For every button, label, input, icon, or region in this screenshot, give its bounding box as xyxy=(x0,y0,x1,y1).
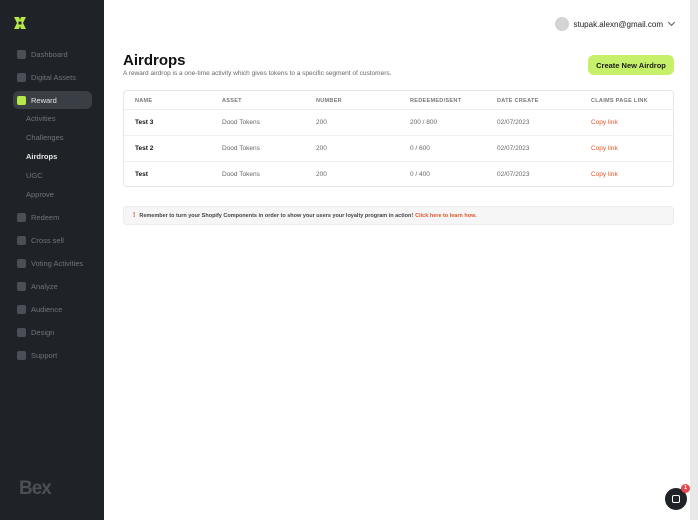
chevron-down-icon xyxy=(667,18,676,27)
sidebar-item-digital-assets[interactable]: Digital Assets xyxy=(13,68,76,86)
sidebar-item-audience[interactable]: Audience xyxy=(13,300,62,318)
main-content: stupak.alexn@gmail.com Airdrops A reward… xyxy=(104,0,690,520)
sidebar-item-label: Cross sell xyxy=(31,235,64,245)
scrollbar-track[interactable] xyxy=(690,0,698,520)
column-header-redeemed-sent[interactable]: REDEEMED/SENT xyxy=(410,98,461,104)
sidebar-subitem-ugc[interactable]: UGC xyxy=(26,170,43,182)
voting-icon xyxy=(17,258,26,268)
learn-how-link[interactable]: Click here to learn how. xyxy=(415,213,477,219)
chat-icon xyxy=(672,495,680,503)
support-icon xyxy=(17,350,26,360)
sidebar-subitem-airdrops[interactable]: Airdrops xyxy=(26,151,57,163)
chat-badge: 1 xyxy=(681,484,690,493)
page-subtitle: A reward airdrop is a one-time activity … xyxy=(123,70,392,77)
cell-name: Test 3 xyxy=(135,119,154,126)
sidebar-item-label: Reward xyxy=(31,95,57,105)
digital-assets-icon xyxy=(17,72,26,82)
cell-redeemed: 200 / 800 xyxy=(410,119,438,126)
cell-asset: Dood Tokens xyxy=(222,119,260,126)
cell-redeemed: 0 / 600 xyxy=(410,145,430,152)
notice-text: Remember to turn your Shopify Components… xyxy=(139,212,414,219)
cross-sell-icon xyxy=(17,235,26,245)
sidebar-item-label: Voting Activities xyxy=(31,258,84,268)
sidebar-item-design[interactable]: Design xyxy=(13,323,54,341)
column-header-asset[interactable]: ASSET xyxy=(222,98,242,104)
airdrops-table: NAME ASSET NUMBER REDEEMED/SENT DATE CRE… xyxy=(123,90,674,187)
copy-link-button[interactable]: Copy link xyxy=(591,119,618,126)
copy-link-button[interactable]: Copy link xyxy=(591,145,618,152)
cell-redeemed: 0 / 400 xyxy=(410,171,430,178)
sidebar-item-label: Audience xyxy=(31,304,63,314)
column-header-name[interactable]: NAME xyxy=(135,98,152,104)
analyze-icon xyxy=(17,281,26,291)
sidebar-subitem-challenges[interactable]: Challenges xyxy=(26,132,64,144)
cell-date: 02/07/2023 xyxy=(497,119,530,126)
avatar xyxy=(554,17,569,31)
sidebar-item-cross-sell[interactable]: Cross sell xyxy=(13,231,64,249)
logo-icon[interactable] xyxy=(12,15,28,31)
table-row[interactable]: Test 3 Dood Tokens 200 200 / 800 02/07/2… xyxy=(124,110,673,136)
redeem-icon xyxy=(17,212,26,222)
column-header-number[interactable]: NUMBER xyxy=(316,98,342,104)
sidebar-item-label: Support xyxy=(31,350,58,360)
cell-asset: Dood Tokens xyxy=(222,171,260,178)
user-email: stupak.alexn@gmail.com xyxy=(573,19,664,29)
sidebar-subitem-activities[interactable]: Activities xyxy=(26,113,56,125)
brand-logo: Bex xyxy=(19,478,52,499)
reward-icon xyxy=(17,95,26,105)
sidebar-item-label: Analyze xyxy=(31,281,58,291)
cell-number: 200 xyxy=(316,171,327,178)
sidebar: Dashboard Digital Assets Reward Activiti… xyxy=(0,0,104,520)
sidebar-item-analyze[interactable]: Analyze xyxy=(13,277,58,295)
sidebar-item-redeem[interactable]: Redeem xyxy=(13,208,59,226)
cell-name: Test 2 xyxy=(135,145,154,152)
page-title: Airdrops xyxy=(123,52,186,69)
sidebar-item-support[interactable]: Support xyxy=(13,346,57,364)
sidebar-item-reward[interactable]: Reward xyxy=(13,91,92,109)
create-airdrop-button[interactable]: Create New Airdrop xyxy=(588,55,674,75)
user-menu[interactable]: stupak.alexn@gmail.com xyxy=(554,17,676,31)
sidebar-item-dashboard[interactable]: Dashboard xyxy=(13,45,68,63)
warning-icon: ! xyxy=(133,212,136,219)
chat-button[interactable]: 1 xyxy=(665,484,690,510)
column-header-claims-page-link[interactable]: CLAIMS PAGE LINK xyxy=(591,98,648,104)
audience-icon xyxy=(17,304,26,314)
cell-number: 200 xyxy=(316,119,327,126)
cell-asset: Dood Tokens xyxy=(222,145,260,152)
table-row[interactable]: Test Dood Tokens 200 0 / 400 02/07/2023 … xyxy=(124,162,673,188)
sidebar-item-label: Digital Assets xyxy=(31,72,77,82)
table-row[interactable]: Test 2 Dood Tokens 200 0 / 600 02/07/202… xyxy=(124,136,673,162)
sidebar-subitem-approve[interactable]: Approve xyxy=(26,189,54,201)
column-header-date-create[interactable]: DATE CREATE xyxy=(497,98,539,104)
cell-date: 02/07/2023 xyxy=(497,145,530,152)
cell-number: 200 xyxy=(316,145,327,152)
sidebar-item-voting-activities[interactable]: Voting Activities xyxy=(13,254,83,272)
shopify-notice: ! Remember to turn your Shopify Componen… xyxy=(123,206,674,225)
cell-name: Test xyxy=(135,171,148,178)
design-icon xyxy=(17,327,26,337)
copy-link-button[interactable]: Copy link xyxy=(591,171,618,178)
cell-date: 02/07/2023 xyxy=(497,171,530,178)
table-header: NAME ASSET NUMBER REDEEMED/SENT DATE CRE… xyxy=(124,91,673,110)
sidebar-item-label: Redeem xyxy=(31,212,60,222)
sidebar-item-label: Dashboard xyxy=(31,49,68,59)
sidebar-item-label: Design xyxy=(31,327,55,337)
dashboard-icon xyxy=(17,49,26,59)
